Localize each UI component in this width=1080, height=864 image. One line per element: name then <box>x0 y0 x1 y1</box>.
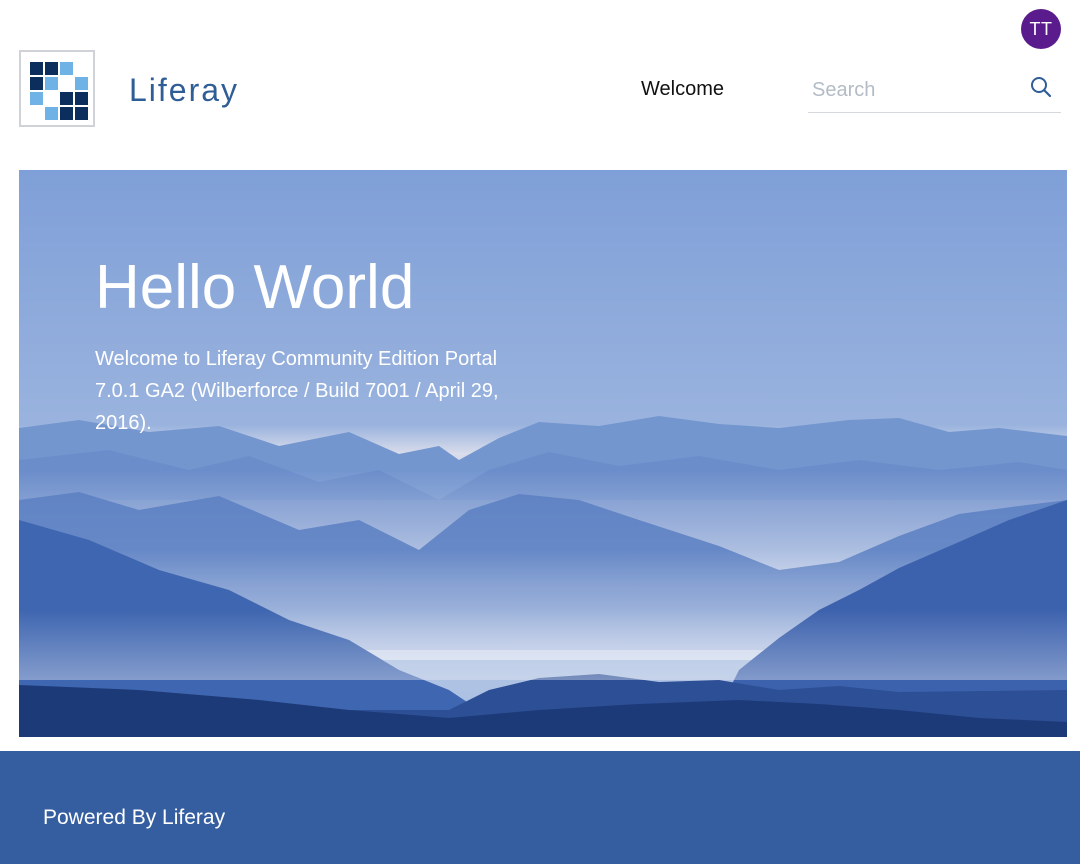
user-avatar[interactable]: TT <box>1021 9 1061 49</box>
footer-powered-by-link[interactable]: Powered By Liferay <box>43 806 225 830</box>
search-icon[interactable] <box>1030 76 1052 98</box>
hero-description: Welcome to Liferay Community Edition Por… <box>95 348 499 434</box>
site-logo[interactable] <box>19 50 95 127</box>
user-initials: TT <box>1029 18 1053 39</box>
search-input[interactable] <box>812 76 1022 104</box>
nav-item-welcome[interactable]: Welcome <box>641 78 724 101</box>
footer: Powered By Liferay <box>0 751 1080 864</box>
site-name[interactable]: Liferay <box>129 72 239 109</box>
search-bar <box>808 70 1061 113</box>
hero-banner: Hello World Welcome to Liferay Community… <box>19 170 1067 737</box>
hero-title: Hello World <box>95 253 415 322</box>
liferay-logo-icon <box>30 62 88 120</box>
